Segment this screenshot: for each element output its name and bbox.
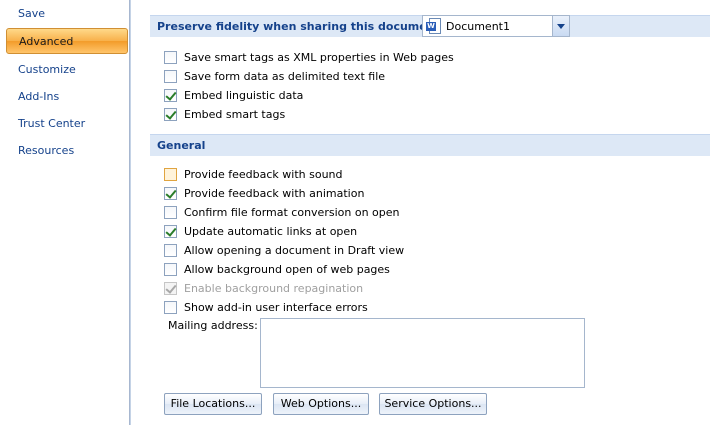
sidebar-item-advanced[interactable]: Advanced [6,28,128,54]
file-locations-button[interactable]: File Locations... [164,393,262,415]
checkbox[interactable] [164,88,177,102]
sidebar-item-label: Trust Center [18,117,86,130]
checkbox[interactable] [164,186,177,200]
mailing-address-label: Mailing address: [168,319,258,332]
option-label: Embed smart tags [184,107,286,121]
option-background-web-pages[interactable]: Allow background open of web pages [164,260,390,278]
option-label: Allow opening a document in Draft view [184,243,405,257]
sidebar-item-add-ins[interactable]: Add-Ins [6,84,128,110]
checkbox[interactable] [164,262,177,276]
option-label: Enable background repagination [184,281,364,295]
option-background-repagination: Enable background repagination [164,279,363,297]
general-section-header: General [150,134,710,156]
option-save-smart-tags-xml[interactable]: Save smart tags as XML properties in Web… [164,48,454,66]
option-label: Embed linguistic data [184,88,304,102]
checkbox[interactable] [164,167,177,181]
document-select-value: Document1 [446,19,510,33]
option-label: Allow background open of web pages [184,262,390,276]
checkbox[interactable] [164,300,177,314]
checkbox[interactable] [164,224,177,238]
sidebar-item-label: Customize [18,63,76,76]
chevron-down-icon[interactable] [552,16,569,36]
option-save-form-data[interactable]: Save form data as delimited text file [164,67,385,85]
options-sidebar: Save Advanced Customize Add-Ins Trust Ce… [0,0,130,425]
option-label: Show add-in user interface errors [184,300,368,314]
document-select[interactable]: W Document1 [422,15,570,37]
option-draft-view[interactable]: Allow opening a document in Draft view [164,241,404,259]
option-label: Confirm file format conversion on open [184,205,400,219]
checkbox[interactable] [164,243,177,257]
sidebar-item-customize[interactable]: Customize [6,57,128,83]
sidebar-item-trust-center[interactable]: Trust Center [6,111,128,137]
sidebar-item-label: Add-Ins [18,90,60,103]
option-label: Update automatic links at open [184,224,358,238]
options-panel: Preserve fidelity when sharing this docu… [142,0,710,425]
option-label: Save form data as delimited text file [184,69,386,83]
sidebar-item-label: Save [18,7,46,20]
sidebar-item-save[interactable]: Save [6,1,128,27]
sidebar-divider [130,0,142,425]
option-label: Provide feedback with animation [184,186,365,200]
checkbox[interactable] [164,50,177,64]
fidelity-section-title: Preserve fidelity when sharing this docu… [157,20,445,33]
word-document-icon: W [426,18,442,34]
checkbox[interactable] [164,69,177,83]
option-feedback-sound[interactable]: Provide feedback with sound [164,165,343,183]
option-embed-linguistic-data[interactable]: Embed linguistic data [164,86,303,104]
service-options-button[interactable]: Service Options... [379,393,487,415]
option-confirm-conversion[interactable]: Confirm file format conversion on open [164,203,399,221]
sidebar-item-label: Advanced [19,35,74,48]
option-label: Provide feedback with sound [184,167,343,181]
sidebar-item-resources[interactable]: Resources [6,138,128,164]
option-feedback-animation[interactable]: Provide feedback with animation [164,184,364,202]
mailing-address-input[interactable] [260,318,585,388]
sidebar-item-label: Resources [18,144,75,157]
option-embed-smart-tags[interactable]: Embed smart tags [164,105,285,123]
option-addin-ui-errors[interactable]: Show add-in user interface errors [164,298,368,316]
checkbox[interactable] [164,205,177,219]
checkbox [164,281,177,295]
general-section-title: General [157,139,206,152]
checkbox[interactable] [164,107,177,121]
option-label: Save smart tags as XML properties in Web… [184,50,454,64]
web-options-button[interactable]: Web Options... [273,393,369,415]
option-update-links[interactable]: Update automatic links at open [164,222,357,240]
